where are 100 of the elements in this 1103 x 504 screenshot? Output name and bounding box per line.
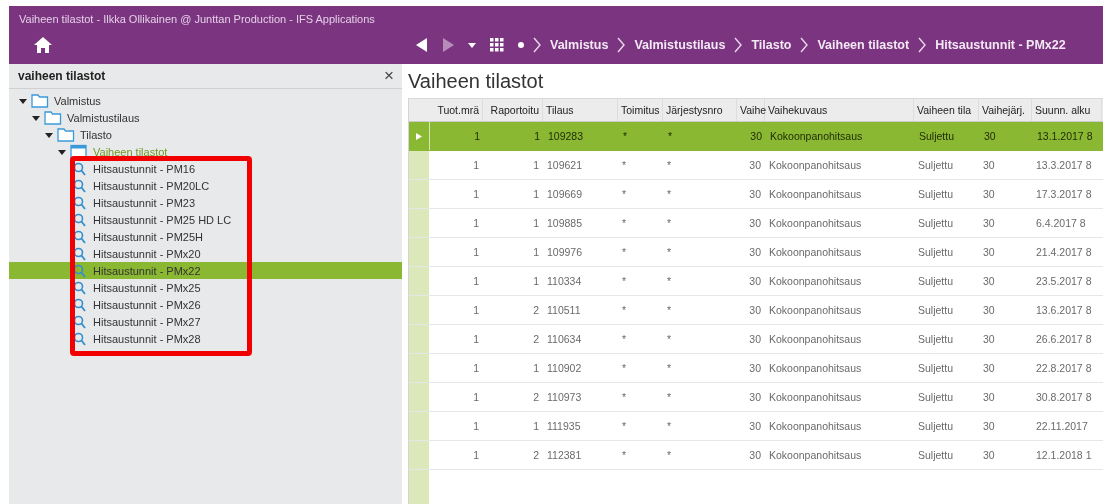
table-cell-text: Suljettu <box>917 332 955 347</box>
search-icon <box>73 297 86 312</box>
table-cell-text: 109621 <box>546 158 584 173</box>
table-cell-text: 22.8.2017 8 <box>1035 361 1093 376</box>
search-icon <box>73 161 86 176</box>
tree-item[interactable]: Hitsaustunnit - PMx26 <box>9 296 402 313</box>
table-cell-text: 1 <box>532 216 540 231</box>
table-cell-text: 110511 <box>546 303 582 318</box>
tree-item[interactable]: Hitsaustunnit - PM20LC <box>9 177 402 194</box>
search-icon <box>73 331 86 346</box>
table-cell-text: 2 <box>532 303 540 318</box>
table-cell-text: 30 <box>748 158 762 173</box>
table-cell-text: Suljettu <box>917 361 955 376</box>
column-header[interactable]: Vaiheen tila <box>914 99 979 121</box>
column-header[interactable]: Raportoitu <box>483 99 543 121</box>
column-header[interactable]: Järjestysnro <box>663 99 737 121</box>
tree-item[interactable]: Hitsaustunnit - PMx20 <box>9 245 402 262</box>
breadcrumb-link[interactable]: Vaiheen tilastot <box>817 38 910 52</box>
table-cell-text: * <box>621 419 628 434</box>
table-cell-text: * <box>621 303 628 318</box>
column-header[interactable]: Toimitus <box>618 99 663 121</box>
table-cell-text: 110334 <box>546 274 583 289</box>
table-cell-text: 13.3.2017 8 <box>1035 158 1093 173</box>
table-cell-text: 1 <box>472 274 480 289</box>
table-cell-text: 30 <box>983 129 997 144</box>
table-cell-text: 1 <box>532 187 540 202</box>
table-row[interactable]: 1 2 110634 * * 30 Kokoonpanohitsaus Suljettu 30 26.6.2017 8 <box>409 325 1103 354</box>
tree-item[interactable]: Hitsaustunnit - PMx28 <box>9 330 402 347</box>
table-row[interactable]: 1 1 109976 * * 30 Kokoonpanohitsaus Suljettu 30 21.4.2017 8 <box>409 238 1103 267</box>
back-icon[interactable] <box>416 38 428 52</box>
table-cell-text: * <box>621 158 628 173</box>
table-row[interactable]: 1 1 109669 * * 30 Kokoonpanohitsaus Suljettu 30 17.3.2017 8 <box>409 180 1103 209</box>
column-header[interactable]: Vaihe <box>737 99 765 121</box>
table-cell-text: Kokoonpanohitsaus <box>768 216 863 231</box>
grid-icon[interactable] <box>490 38 504 52</box>
table-row[interactable]: 1 1 109621 * * 30 Kokoonpanohitsaus Suljettu 30 13.3.2017 8 <box>409 151 1103 180</box>
table-row[interactable]: 1 1 109283 * * 30 Kokoonpanohitsaus Suljettu 30 13.1.2017 8 <box>409 122 1103 151</box>
tree-item[interactable]: Valmistustilaus <box>67 111 140 124</box>
column-header[interactable]: Tuot.mrä <box>429 99 483 121</box>
table-cell-text: 1 <box>472 419 480 434</box>
table-cell-text: 12.1.2018 1 <box>1035 448 1093 463</box>
tree-item[interactable]: Hitsaustunnit - PMx27 <box>9 313 402 330</box>
table-cell-text: 22.11.2017 <box>1035 419 1089 434</box>
table-row[interactable]: 1 1 111935 * * 30 Kokoonpanohitsaus Suljettu 30 22.11.2017 <box>409 412 1103 441</box>
table-cell-text: * <box>622 129 629 144</box>
table-cell-text: 30 <box>982 419 996 434</box>
table-row[interactable]: 1 1 110902 * * 30 Kokoonpanohitsaus Suljettu 30 22.8.2017 8 <box>409 354 1103 383</box>
table-cell-text: 1 <box>532 419 540 434</box>
panel-title: vaiheen tilastot <box>18 69 106 83</box>
table-cell-text: * <box>666 332 673 347</box>
table-cell-text: 30 <box>748 448 762 463</box>
table-cell-text: 30 <box>982 274 996 289</box>
table-cell-text: Suljettu <box>917 303 955 318</box>
table-cell-text: 1 <box>472 448 480 463</box>
tree-item[interactable]: Hitsaustunnit - PM23 <box>9 194 402 211</box>
table-row[interactable]: 1 1 109885 * * 30 Kokoonpanohitsaus Suljettu 30 6.4.2017 8 <box>409 209 1103 238</box>
table-cell-text: Kokoonpanohitsaus <box>769 129 864 144</box>
home-icon[interactable] <box>33 36 53 54</box>
column-header[interactable]: Tilaus <box>543 99 618 121</box>
window-icon <box>70 144 88 159</box>
table-cell-text: Kokoonpanohitsaus <box>768 187 863 202</box>
table-cell-text: 109885 <box>546 216 584 231</box>
breadcrumb-link[interactable]: Valmistustilaus <box>634 38 726 52</box>
dot-icon[interactable] <box>518 42 524 48</box>
folder-icon <box>44 110 62 125</box>
dropdown-icon[interactable] <box>468 42 476 48</box>
table-cell-text: 2 <box>532 332 540 347</box>
forward-icon[interactable] <box>442 38 454 52</box>
table-cell-text: 26.6.2017 8 <box>1035 332 1093 347</box>
table-cell-text: Kokoonpanohitsaus <box>768 361 863 376</box>
search-icon <box>73 263 86 278</box>
column-header[interactable]: Suunn. alku <box>1032 99 1102 121</box>
tree-item[interactable]: Hitsaustunnit - PMx25 <box>9 279 402 296</box>
tree-item[interactable]: Hitsaustunnit - PM16 <box>9 160 402 177</box>
table-cell-text: Kokoonpanohitsaus <box>768 303 863 318</box>
search-icon <box>73 280 86 295</box>
close-button[interactable]: × <box>384 66 394 86</box>
table-row[interactable]: 1 2 112381 * * 30 Kokoonpanohitsaus Suljettu 30 12.1.2018 1 <box>409 441 1103 470</box>
tree-item[interactable]: Hitsaustunnit - PM25 HD LC <box>9 211 402 228</box>
table-cell-text: * <box>666 216 673 231</box>
table-row[interactable]: 1 2 110511 * * 30 Kokoonpanohitsaus Suljettu 30 13.6.2017 8 <box>409 296 1103 325</box>
tree-item[interactable]: Hitsaustunnit - PMx22 <box>9 262 402 279</box>
table-cell-text: * <box>666 187 673 202</box>
tree-item[interactable]: Valmistus <box>54 94 101 107</box>
table-row[interactable]: 1 2 110973 * * 30 Kokoonpanohitsaus Suljettu 30 30.8.2017 8 <box>409 383 1103 412</box>
column-header[interactable]: Vaihejärj. <box>979 99 1032 121</box>
tree-item[interactable]: Hitsaustunnit - PM25H <box>9 228 402 245</box>
table-cell-text: 1 <box>472 390 480 405</box>
table-cell-text: 30 <box>982 448 996 463</box>
table-row[interactable]: 1 1 110334 * * 30 Kokoonpanohitsaus Suljettu 30 23.5.2017 8 <box>409 267 1103 296</box>
table-cell-text: 30 <box>982 158 996 173</box>
table-cell-text: 30 <box>748 216 762 231</box>
breadcrumb-link[interactable]: Hitsaustunnit - PMx22 <box>935 38 1066 52</box>
tree-item[interactable]: Tilasto <box>80 128 112 141</box>
column-header[interactable]: Vaihekuvaus <box>765 99 914 121</box>
table-cell-text: * <box>666 448 673 463</box>
table-cell-text: 1 <box>472 332 480 347</box>
breadcrumb-link[interactable]: Valmistus <box>550 38 609 52</box>
table-cell-text: Kokoonpanohitsaus <box>768 332 863 347</box>
breadcrumb-link[interactable]: Tilasto <box>751 38 792 52</box>
